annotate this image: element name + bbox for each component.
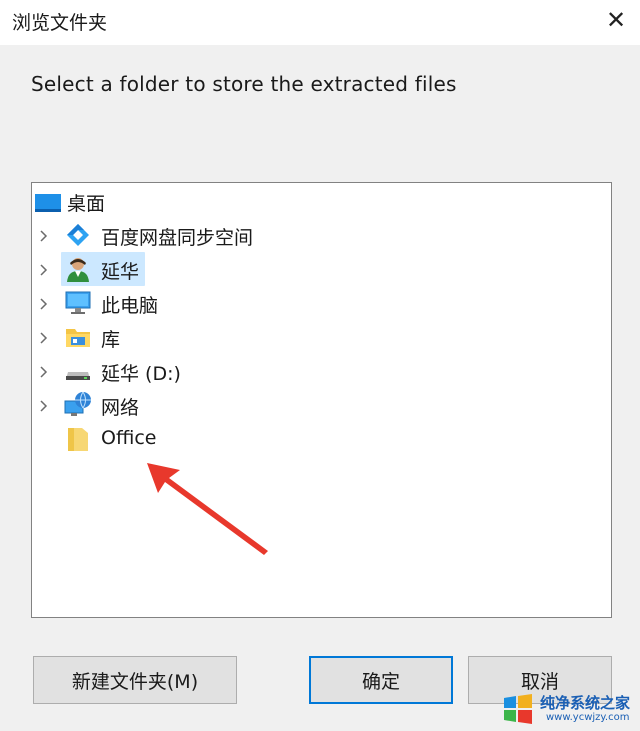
new-folder-button[interactable]: 新建文件夹(M) — [33, 656, 237, 704]
close-icon: ✕ — [605, 6, 627, 34]
watermark-url: www.ycwjzy.com — [546, 712, 630, 723]
annotation-arrow — [147, 463, 268, 555]
title-bar: 浏览文件夹 ✕ — [0, 0, 640, 45]
window-title: 浏览文件夹 — [12, 12, 108, 34]
close-button[interactable]: ✕ — [598, 4, 634, 36]
watermark: 纯净系统之家 www.ycwjzy.com — [496, 688, 640, 731]
ok-button[interactable]: 确定 — [309, 656, 453, 704]
watermark-text: 纯净系统之家 — [540, 694, 631, 712]
windows-logo-icon — [504, 694, 532, 724]
folder-tree[interactable]: 桌面 百度网盘同步空间 延华 此电脑 库 延华 (D:) 网络 Office — [31, 182, 612, 618]
instruction-text: Select a folder to store the extracted f… — [31, 72, 457, 96]
